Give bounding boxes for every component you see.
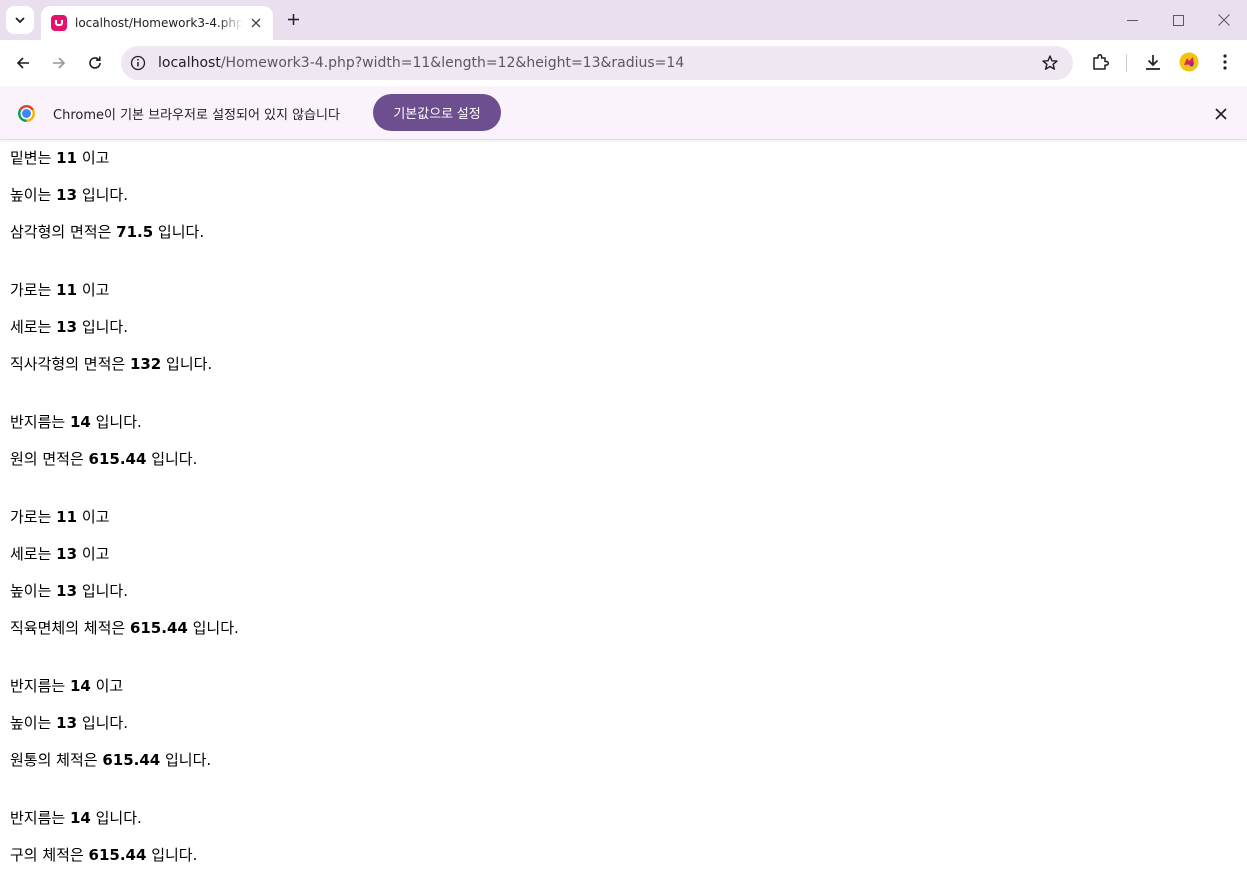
tab-search-icon (15, 17, 25, 24)
chrome-logo-icon (18, 105, 35, 122)
profile-button[interactable] (1178, 51, 1200, 73)
star-icon (1042, 55, 1058, 70)
text-line: 삼각형의 면적은 71.5 입니다. (10, 223, 205, 241)
value: 132 (129, 355, 162, 373)
value: 14 (69, 809, 91, 827)
set-default-button[interactable]: 기본값으로 설정 (373, 94, 501, 131)
value: 13 (56, 186, 78, 204)
menu-icon (1223, 54, 1227, 70)
extensions-button[interactable] (1089, 51, 1111, 73)
text-line: 반지름는 14 입니다. (10, 413, 142, 431)
default-browser-infobar: Chrome이 기본 브라우저로 설정되어 있지 않습니다 기본값으로 설정 (0, 86, 1247, 140)
value: 11 (56, 508, 78, 526)
close-icon (1214, 107, 1227, 120)
menu-button[interactable] (1214, 51, 1236, 73)
infobar-message: Chrome이 기본 브라우저로 설정되어 있지 않습니다 (53, 108, 340, 123)
minimize-button[interactable] (1109, 0, 1155, 40)
text-line: 반지름는 14 입니다. (10, 809, 142, 827)
back-button[interactable] (9, 49, 37, 77)
text-line: 세로는 13 이고 (10, 545, 110, 563)
value: 13 (56, 714, 78, 732)
value: 615.44 (129, 619, 188, 637)
text-line: 원통의 체적은 615.44 입니다. (10, 751, 212, 769)
tab-title: localhost/Homework3-4.php?width=11&lengt… (75, 16, 243, 30)
text-line: 높이는 13 입니다. (10, 582, 128, 600)
profile-icon (1179, 52, 1199, 72)
text-line: 세로는 13 입니다. (10, 318, 128, 336)
text-line: 직육면체의 체적은 615.44 입니다. (10, 619, 239, 637)
text-line: 높이는 13 입니다. (10, 714, 128, 732)
value: 13 (56, 318, 78, 336)
text-line: 높이는 13 입니다. (10, 186, 128, 204)
downloads-button[interactable] (1142, 51, 1164, 73)
toolbar-separator (1126, 54, 1127, 72)
plus-icon (287, 13, 299, 25)
infobar-close-button[interactable] (1212, 105, 1229, 122)
value: 11 (56, 281, 78, 299)
value: 14 (69, 677, 91, 695)
value: 13 (56, 545, 78, 563)
bookmark-button[interactable] (1041, 54, 1059, 72)
reload-icon (89, 56, 101, 69)
extensions-icon (1092, 53, 1109, 70)
tab-close-button[interactable] (247, 14, 265, 32)
value: 14 (69, 413, 91, 431)
text-line: 직사각형의 면적은 132 입니다. (10, 355, 213, 373)
value: 13 (56, 582, 78, 600)
toolbar: localhost/Homework3-4.php?width=11&lengt… (0, 40, 1247, 86)
url-path: /Homework3-4.php?width=11&length=12&heig… (220, 55, 685, 71)
browser-window: localhost/Homework3-4.php?width=11&lengt… (0, 0, 1247, 888)
reload-button[interactable] (81, 49, 109, 77)
minimize-icon (1126, 19, 1138, 21)
window-close-button[interactable] (1201, 0, 1247, 40)
close-icon (251, 18, 261, 28)
tab-strip: localhost/Homework3-4.php?width=11&lengt… (0, 0, 1247, 40)
site-info-icon (130, 55, 146, 71)
new-tab-button[interactable] (282, 8, 304, 30)
value: 615.44 (88, 450, 147, 468)
value: 615.44 (88, 846, 147, 864)
maximize-icon (1172, 14, 1184, 26)
close-icon (1218, 14, 1230, 26)
url-host: localhost (158, 55, 221, 71)
value: 11 (56, 149, 78, 167)
value: 615.44 (102, 751, 161, 769)
maximize-button[interactable] (1155, 0, 1201, 40)
url-text[interactable]: localhost/Homework3-4.php?width=11&lengt… (158, 55, 684, 71)
download-icon (1146, 55, 1160, 70)
active-tab[interactable]: localhost/Homework3-4.php?width=11&lengt… (41, 6, 273, 40)
tab-search-button[interactable] (6, 6, 34, 34)
text-line: 가로는 11 이고 (10, 508, 110, 526)
forward-icon (53, 57, 66, 69)
back-icon (16, 57, 29, 69)
text-line: 반지름는 14 이고 (10, 677, 124, 695)
text-line: 가로는 11 이고 (10, 281, 110, 299)
favicon-icon (51, 15, 67, 31)
value: 71.5 (116, 223, 154, 241)
text-line: 원의 면적은 615.44 입니다. (10, 450, 198, 468)
text-line: 구의 체적은 615.44 입니다. (10, 846, 198, 864)
text-line: 밑변는 11 이고 (10, 149, 110, 167)
address-bar[interactable]: localhost/Homework3-4.php?width=11&lengt… (121, 46, 1073, 80)
forward-button[interactable] (45, 49, 73, 77)
site-info-button[interactable] (129, 54, 147, 72)
